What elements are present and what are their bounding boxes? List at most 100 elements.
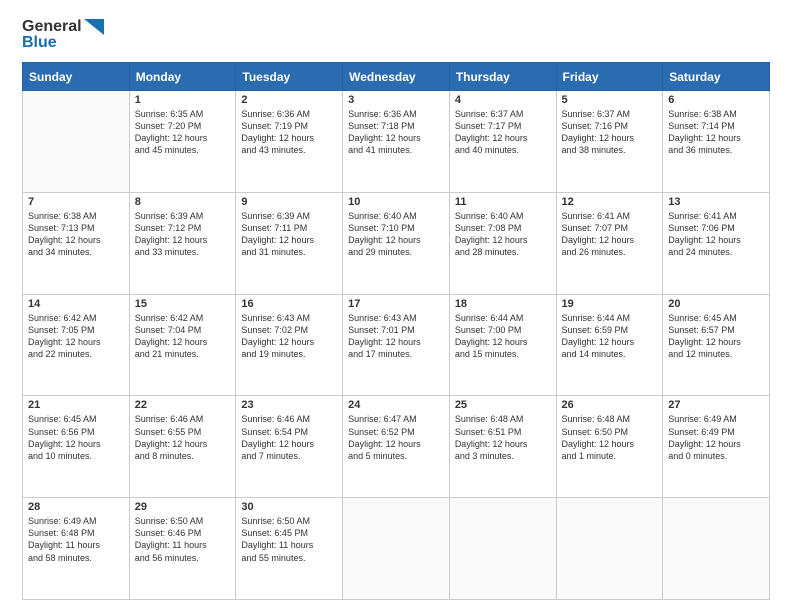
- cell-sun-info: Sunrise: 6:49 AM Sunset: 6:49 PM Dayligh…: [668, 414, 741, 460]
- day-number: 13: [668, 196, 764, 208]
- page: General Blue SundayMondayTuesdayWednesda…: [0, 0, 792, 612]
- day-number: 28: [28, 501, 124, 513]
- calendar-cell: 19 Sunrise: 6:44 AM Sunset: 6:59 PM Dayli…: [556, 294, 663, 396]
- logo: General Blue: [22, 18, 104, 52]
- weekday-header-tuesday: Tuesday: [236, 63, 343, 91]
- calendar-cell: 16Sunrise: 6:43 AM Sunset: 7:02 PM Dayli…: [236, 294, 343, 396]
- calendar-cell: 26 Sunrise: 6:48 AM Sunset: 6:50 PM Dayli…: [556, 396, 663, 498]
- day-number: 4: [455, 94, 551, 106]
- calendar-cell: 13Sunrise: 6:41 AM Sunset: 7:06 PM Dayli…: [663, 192, 770, 294]
- cell-sun-info: Sunrise: 6:47 AM Sunset: 6:52 PM Dayligh…: [348, 414, 421, 460]
- cell-sun-info: Sunrise: 6:35 AM Sunset: 7:20 PM Dayligh…: [135, 109, 208, 155]
- cell-sun-info: Sunrise: 6:37 AM Sunset: 7:16 PM Dayligh…: [562, 109, 635, 155]
- calendar-week-2: 7 Sunrise: 6:38 AM Sunset: 7:13 PM Daylig…: [23, 192, 770, 294]
- day-number: 8: [135, 196, 231, 208]
- cell-sun-info: Sunrise: 6:48 AM Sunset: 6:50 PM Dayligh…: [562, 414, 635, 460]
- day-number: 18: [455, 298, 551, 310]
- calendar-cell: 2 Sunrise: 6:36 AM Sunset: 7:19 PM Daylig…: [236, 91, 343, 193]
- calendar-cell: 25Sunrise: 6:48 AM Sunset: 6:51 PM Dayli…: [449, 396, 556, 498]
- day-number: 14: [28, 298, 124, 310]
- day-number: 22: [135, 399, 231, 411]
- weekday-header-friday: Friday: [556, 63, 663, 91]
- day-number: 6: [668, 94, 764, 106]
- calendar-cell: 27 Sunrise: 6:49 AM Sunset: 6:49 PM Dayli…: [663, 396, 770, 498]
- day-number: 20: [668, 298, 764, 310]
- cell-sun-info: Sunrise: 6:50 AM Sunset: 6:46 PM Dayligh…: [135, 516, 207, 562]
- cell-sun-info: Sunrise: 6:48 AM Sunset: 6:51 PM Dayligh…: [455, 414, 528, 460]
- day-number: 2: [241, 94, 337, 106]
- cell-sun-info: Sunrise: 6:40 AM Sunset: 7:08 PM Dayligh…: [455, 211, 528, 257]
- calendar-cell: 15Sunrise: 6:42 AM Sunset: 7:04 PM Dayli…: [129, 294, 236, 396]
- day-number: 24: [348, 399, 444, 411]
- weekday-header-thursday: Thursday: [449, 63, 556, 91]
- weekday-header-wednesday: Wednesday: [343, 63, 450, 91]
- calendar-week-4: 21 Sunrise: 6:45 AM Sunset: 6:56 PM Dayli…: [23, 396, 770, 498]
- day-number: 3: [348, 94, 444, 106]
- calendar-cell: 7 Sunrise: 6:38 AM Sunset: 7:13 PM Daylig…: [23, 192, 130, 294]
- cell-sun-info: Sunrise: 6:49 AM Sunset: 6:48 PM Dayligh…: [28, 516, 100, 562]
- calendar-cell: 23Sunrise: 6:46 AM Sunset: 6:54 PM Dayli…: [236, 396, 343, 498]
- day-number: 9: [241, 196, 337, 208]
- day-number: 19: [562, 298, 658, 310]
- cell-sun-info: Sunrise: 6:39 AM Sunset: 7:11 PM Dayligh…: [241, 211, 314, 257]
- day-number: 29: [135, 501, 231, 513]
- cell-sun-info: Sunrise: 6:43 AM Sunset: 7:01 PM Dayligh…: [348, 313, 421, 359]
- cell-sun-info: Sunrise: 6:43 AM Sunset: 7:02 PM Dayligh…: [241, 313, 314, 359]
- calendar-cell: 8 Sunrise: 6:39 AM Sunset: 7:12 PM Daylig…: [129, 192, 236, 294]
- cell-sun-info: Sunrise: 6:41 AM Sunset: 7:07 PM Dayligh…: [562, 211, 635, 257]
- calendar-cell: 10 Sunrise: 6:40 AM Sunset: 7:10 PM Dayli…: [343, 192, 450, 294]
- calendar-cell: 6 Sunrise: 6:38 AM Sunset: 7:14 PM Daylig…: [663, 91, 770, 193]
- calendar: SundayMondayTuesdayWednesdayThursdayFrid…: [22, 62, 770, 600]
- weekday-header-row: SundayMondayTuesdayWednesdayThursdayFrid…: [23, 63, 770, 91]
- calendar-cell: 22 Sunrise: 6:46 AM Sunset: 6:55 PM Dayli…: [129, 396, 236, 498]
- day-number: 26: [562, 399, 658, 411]
- weekday-header-saturday: Saturday: [663, 63, 770, 91]
- cell-sun-info: Sunrise: 6:39 AM Sunset: 7:12 PM Dayligh…: [135, 211, 208, 257]
- calendar-cell: 9 Sunrise: 6:39 AM Sunset: 7:11 PM Daylig…: [236, 192, 343, 294]
- day-number: 1: [135, 94, 231, 106]
- cell-sun-info: Sunrise: 6:38 AM Sunset: 7:14 PM Dayligh…: [668, 109, 741, 155]
- calendar-cell: 20 Sunrise: 6:45 AM Sunset: 6:57 PM Dayli…: [663, 294, 770, 396]
- cell-sun-info: Sunrise: 6:40 AM Sunset: 7:10 PM Dayligh…: [348, 211, 421, 257]
- day-number: 30: [241, 501, 337, 513]
- calendar-cell: 21 Sunrise: 6:45 AM Sunset: 6:56 PM Dayli…: [23, 396, 130, 498]
- calendar-cell: 30 Sunrise: 6:50 AM Sunset: 6:45 PM Dayli…: [236, 498, 343, 600]
- cell-sun-info: Sunrise: 6:45 AM Sunset: 6:57 PM Dayligh…: [668, 313, 741, 359]
- weekday-header-sunday: Sunday: [23, 63, 130, 91]
- day-number: 5: [562, 94, 658, 106]
- calendar-cell: [663, 498, 770, 600]
- cell-sun-info: Sunrise: 6:46 AM Sunset: 6:54 PM Dayligh…: [241, 414, 314, 460]
- cell-sun-info: Sunrise: 6:36 AM Sunset: 7:19 PM Dayligh…: [241, 109, 314, 155]
- calendar-cell: 14Sunrise: 6:42 AM Sunset: 7:05 PM Dayli…: [23, 294, 130, 396]
- cell-sun-info: Sunrise: 6:37 AM Sunset: 7:17 PM Dayligh…: [455, 109, 528, 155]
- calendar-cell: [343, 498, 450, 600]
- day-number: 12: [562, 196, 658, 208]
- day-number: 7: [28, 196, 124, 208]
- cell-sun-info: Sunrise: 6:44 AM Sunset: 6:59 PM Dayligh…: [562, 313, 635, 359]
- cell-sun-info: Sunrise: 6:44 AM Sunset: 7:00 PM Dayligh…: [455, 313, 528, 359]
- calendar-cell: [556, 498, 663, 600]
- calendar-cell: [23, 91, 130, 193]
- logo-blue: Blue: [22, 34, 57, 52]
- cell-sun-info: Sunrise: 6:45 AM Sunset: 6:56 PM Dayligh…: [28, 414, 101, 460]
- header: General Blue: [22, 18, 770, 52]
- cell-sun-info: Sunrise: 6:38 AM Sunset: 7:13 PM Dayligh…: [28, 211, 101, 257]
- logo-triangle-icon: [84, 19, 104, 35]
- calendar-week-5: 28 Sunrise: 6:49 AM Sunset: 6:48 PM Dayli…: [23, 498, 770, 600]
- cell-sun-info: Sunrise: 6:36 AM Sunset: 7:18 PM Dayligh…: [348, 109, 421, 155]
- calendar-week-3: 14Sunrise: 6:42 AM Sunset: 7:05 PM Dayli…: [23, 294, 770, 396]
- day-number: 27: [668, 399, 764, 411]
- calendar-cell: 28 Sunrise: 6:49 AM Sunset: 6:48 PM Dayli…: [23, 498, 130, 600]
- day-number: 21: [28, 399, 124, 411]
- cell-sun-info: Sunrise: 6:46 AM Sunset: 6:55 PM Dayligh…: [135, 414, 208, 460]
- calendar-cell: 1 Sunrise: 6:35 AM Sunset: 7:20 PM Daylig…: [129, 91, 236, 193]
- calendar-cell: 3 Sunrise: 6:36 AM Sunset: 7:18 PM Daylig…: [343, 91, 450, 193]
- day-number: 10: [348, 196, 444, 208]
- calendar-cell: 12 Sunrise: 6:41 AM Sunset: 7:07 PM Dayli…: [556, 192, 663, 294]
- calendar-week-1: 1 Sunrise: 6:35 AM Sunset: 7:20 PM Daylig…: [23, 91, 770, 193]
- calendar-cell: 18 Sunrise: 6:44 AM Sunset: 7:00 PM Dayli…: [449, 294, 556, 396]
- weekday-header-monday: Monday: [129, 63, 236, 91]
- day-number: 11: [455, 196, 551, 208]
- cell-sun-info: Sunrise: 6:50 AM Sunset: 6:45 PM Dayligh…: [241, 516, 313, 562]
- calendar-cell: [449, 498, 556, 600]
